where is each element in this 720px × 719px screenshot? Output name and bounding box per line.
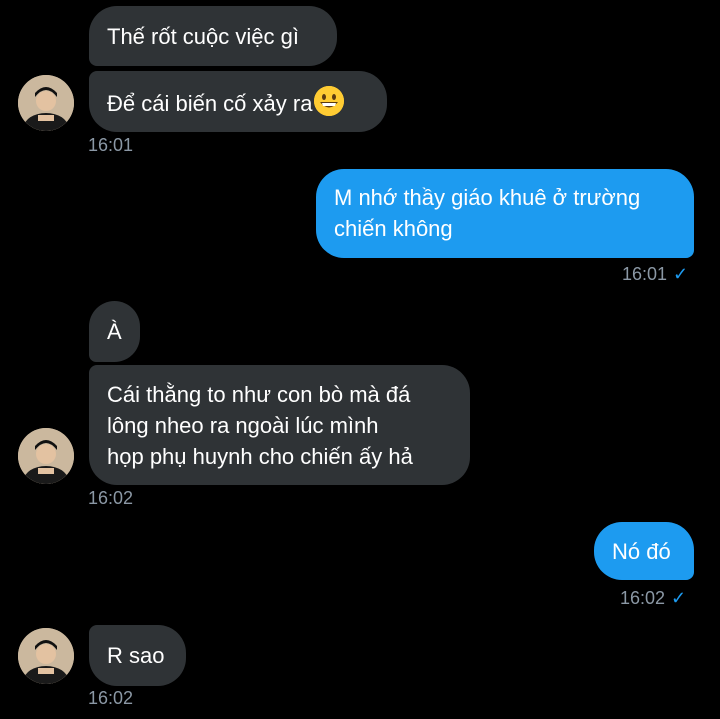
message-bubble-incoming[interactable]: À [89,301,140,362]
message-text-line: chiến không [334,216,453,241]
message-text: R sao [107,643,165,668]
message-text: À [107,319,122,344]
check-icon: ✓ [671,588,687,608]
message-bubble-incoming[interactable]: Cái thằng to như con bò mà đá lông nheo … [89,365,470,485]
message-timestamp-row: 16:01 ✓ [622,263,688,285]
avatar[interactable] [18,628,74,684]
message-text-line: lông nheo ra ngoài lúc mình [107,413,379,438]
message-timestamp: 16:01 [88,135,134,155]
message-text: Thế rốt cuộc việc gì [107,24,299,49]
message-timestamp: 16:01 [622,264,668,284]
avatar-photo [18,628,74,684]
message-timestamp: 16:02 [88,488,134,508]
message-text-line: họp phụ huynh cho chiến ấy hả [107,444,413,469]
message-text-line: M nhớ thầy giáo khuê ở trường [334,185,641,210]
avatar[interactable] [18,75,74,131]
message-bubble-incoming[interactable]: Thế rốt cuộc việc gì [89,6,337,66]
avatar-photo [18,428,74,484]
message-timestamp: 16:02 [88,688,134,708]
avatar[interactable] [18,428,74,484]
message-bubble-incoming[interactable]: Để cái biến cố xảy ra [89,71,387,132]
message-timestamp: 16:02 [620,588,666,608]
message-bubble-outgoing[interactable]: Nó đó [594,522,694,580]
message-text: Để cái biến cố xảy ra [107,91,313,116]
grinning-face-emoji-icon [314,86,345,116]
message-text-line: Cái thằng to như con bò mà đá [107,382,411,407]
message-timestamp-row: 16:02 ✓ [620,587,686,609]
check-icon: ✓ [673,264,689,284]
message-bubble-outgoing[interactable]: M nhớ thầy giáo khuê ở trường chiến khôn… [316,169,694,258]
message-text: Nó đó [612,539,671,564]
message-bubble-incoming[interactable]: R sao [89,625,186,686]
avatar-photo [18,75,74,131]
